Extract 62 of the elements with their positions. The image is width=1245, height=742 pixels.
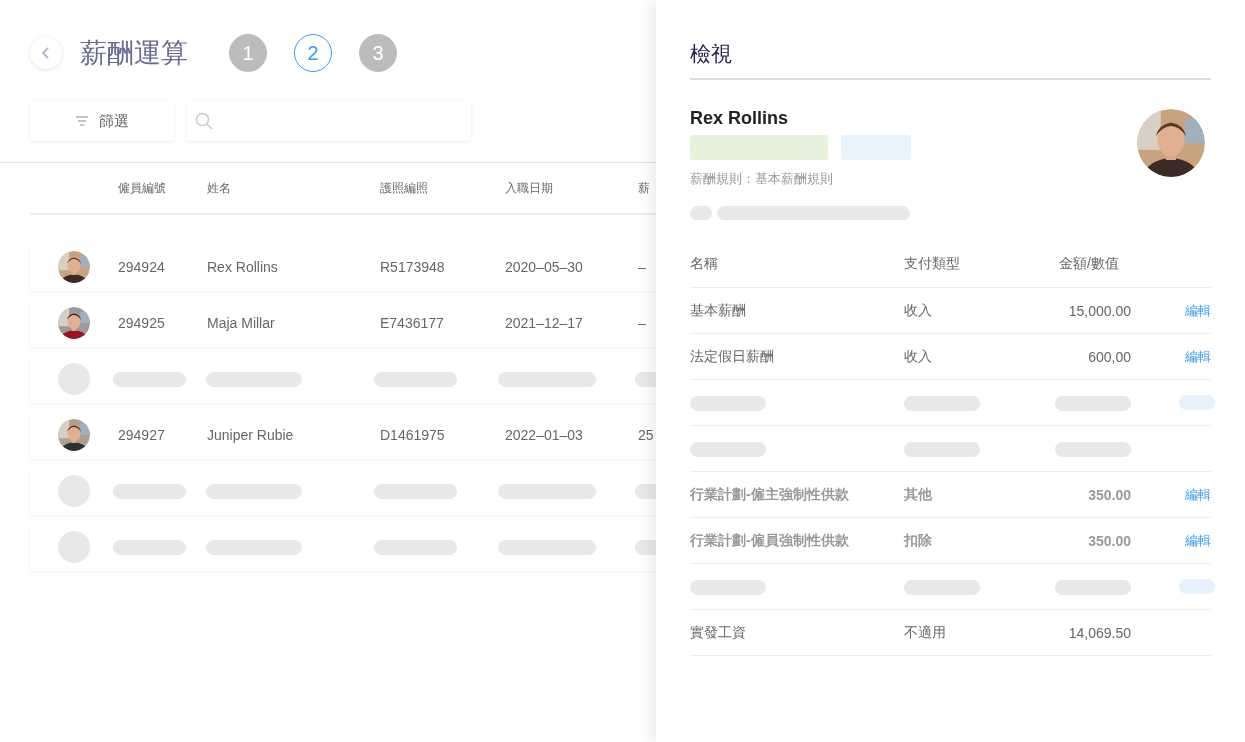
table-cell-text: 600,00 [1087, 348, 1131, 365]
column-header: 支付類型 [904, 254, 961, 273]
table-row[interactable]: 294925 Maja Millar E7436177 2021–12–17 – [30, 299, 656, 347]
table-row[interactable] [30, 355, 656, 403]
table-cell-text: 基本薪酬 [690, 301, 747, 320]
table-row[interactable]: 294924 Rex Rollins R5173948 2020–05–30 – [30, 243, 656, 291]
table-cell-text: 扣除 [904, 531, 933, 550]
table-cell-text: 294927 [118, 427, 166, 443]
table-cell-text: 350.00 [1087, 532, 1131, 549]
table-cell-text: 350.00 [1087, 486, 1131, 503]
table-cell-text: 實發工資 [690, 623, 747, 642]
table-cell-text: 2020–05–30 [505, 259, 584, 275]
table-cell-text: – [638, 315, 647, 331]
step-button[interactable]: 3 [359, 34, 397, 72]
column-header: 入職日期 [505, 179, 554, 197]
table-row[interactable] [30, 523, 656, 571]
edit-link[interactable]: 編輯 [1185, 531, 1211, 550]
edit-link[interactable]: 編輯 [1185, 301, 1211, 320]
step-button[interactable]: 2 [294, 34, 332, 72]
table-row[interactable] [30, 467, 656, 515]
table-cell-text: 不適用 [904, 623, 947, 642]
table-cell-text: 2022–01–03 [505, 427, 584, 443]
table-cell-text: Juniper Rubie [207, 427, 295, 443]
filter-icon [75, 115, 89, 127]
page-title: 薪酬運算 [80, 37, 188, 70]
table-cell-text: 294924 [118, 259, 166, 275]
table-cell-text: 行業計劃-僱員強制性供款 [690, 531, 850, 550]
search-field[interactable] [187, 101, 471, 141]
column-header: 僱員編號 [118, 179, 167, 197]
table-cell-text: 294925 [118, 315, 166, 331]
column-header: 護照編照 [380, 179, 429, 197]
filter-button[interactable]: 篩選 [30, 101, 174, 141]
table-cell-text: 行業計劃-僱主強制性供款 [690, 485, 850, 504]
edit-link[interactable]: 編輯 [1185, 485, 1211, 504]
table-cell-text: 收入 [904, 301, 933, 320]
table-cell-text: E7436177 [380, 315, 445, 331]
panel-title: 檢視 [690, 0, 1211, 80]
back-button[interactable] [30, 37, 62, 69]
column-header: 金額/數值 [1058, 254, 1120, 273]
column-header: 名稱 [690, 254, 719, 273]
step-button[interactable]: 1 [229, 34, 267, 72]
table-cell-text: 25 [638, 427, 655, 443]
table-row[interactable]: 294927 Juniper Rubie D1461975 2022–01–03 25 [30, 411, 656, 459]
table-cell-text: Rex Rollins [207, 259, 279, 275]
table-cell-text: – [638, 259, 647, 275]
table-cell-text: D1461975 [380, 427, 446, 443]
employee-name: Rex Rollins [690, 108, 790, 129]
loading-placeholder [841, 135, 911, 160]
table-cell-text: 其他 [904, 485, 933, 504]
chevron-left-icon [41, 46, 51, 60]
table-cell-text: 2021–12–17 [505, 315, 584, 331]
search-icon [195, 112, 213, 130]
column-header: 姓名 [207, 179, 232, 197]
table-cell-text: Maja Millar [207, 315, 276, 331]
table-cell-text: 15,000.00 [1067, 302, 1131, 319]
table-cell-text: 法定假日薪酬 [690, 347, 775, 366]
column-header: 薪 [638, 179, 651, 197]
table-cell-text: R5173948 [380, 259, 446, 275]
edit-link[interactable]: 編輯 [1185, 347, 1211, 366]
table-cell-text: 14,069.50 [1067, 624, 1131, 641]
table-cell-text: 收入 [904, 347, 933, 366]
payroll-rule: 薪酬規則：基本薪酬規則 [690, 170, 834, 188]
